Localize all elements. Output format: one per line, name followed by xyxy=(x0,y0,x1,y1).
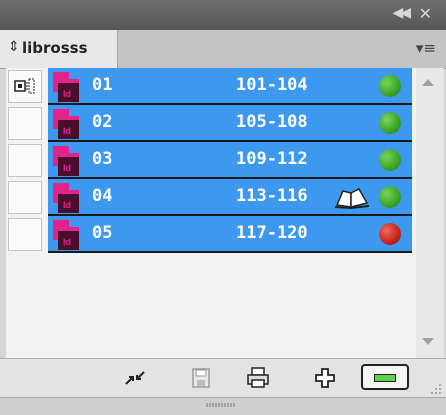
save-book-icon[interactable] xyxy=(188,366,214,390)
svg-text:Id: Id xyxy=(63,200,71,210)
scroll-down-arrow-icon[interactable] xyxy=(422,338,434,345)
vertical-scrollbar[interactable] xyxy=(416,68,444,358)
panel-toolbar xyxy=(0,358,446,397)
list-item[interactable]: Id 04 113-116 xyxy=(6,179,416,216)
page-range: 105-108 xyxy=(236,112,308,132)
indesign-document-icon: Id xyxy=(53,220,79,250)
style-source-box[interactable] xyxy=(8,181,42,214)
document-name: 05 xyxy=(92,223,113,243)
document-name: 04 xyxy=(92,186,113,206)
document-name: 03 xyxy=(92,149,113,169)
close-icon[interactable]: ✕ xyxy=(419,4,432,23)
list-item[interactable]: Id 03 109-112 xyxy=(6,142,416,179)
svg-text:Id: Id xyxy=(63,237,71,247)
style-source-box[interactable] xyxy=(8,107,42,140)
document-name: 01 xyxy=(92,75,113,95)
drag-handle-icon[interactable] xyxy=(205,401,237,409)
tab-librosss[interactable]: ⇕ librosss xyxy=(0,30,118,68)
status-error-icon xyxy=(379,223,401,245)
list-item[interactable]: Id 02 105-108 xyxy=(6,105,416,142)
list-item[interactable]: Id 05 117-120 xyxy=(6,216,416,253)
resize-grip-icon[interactable] xyxy=(428,381,442,395)
style-source-box[interactable] xyxy=(8,144,42,177)
print-book-icon[interactable] xyxy=(245,366,271,390)
status-ok-icon xyxy=(379,186,401,208)
svg-text:Id: Id xyxy=(63,163,71,173)
scroll-up-arrow-icon[interactable] xyxy=(422,79,434,86)
panel-menu-icon[interactable]: ▾≡ xyxy=(416,39,436,57)
indesign-document-icon: Id xyxy=(53,183,79,213)
page-range: 109-112 xyxy=(236,149,308,169)
status-ok-icon xyxy=(379,75,401,97)
bottom-resize-bar[interactable] xyxy=(0,397,446,415)
style-source-glyph xyxy=(14,78,35,94)
minus-icon xyxy=(374,374,396,382)
indesign-document-icon: Id xyxy=(53,109,79,139)
style-source-box[interactable] xyxy=(8,218,42,251)
list-item[interactable]: Id 01 101-104 xyxy=(6,68,416,105)
panel-title-bar[interactable]: ◀◀ ✕ xyxy=(0,0,446,30)
open-book-icon xyxy=(335,188,369,209)
style-source-icon[interactable] xyxy=(8,70,42,103)
svg-text:Id: Id xyxy=(63,126,71,136)
collapse-panel-icon[interactable]: ◀◀ xyxy=(392,5,410,21)
add-document-icon[interactable] xyxy=(312,366,338,390)
svg-text:Id: Id xyxy=(63,89,71,99)
document-list: Id 01 101-104 Id 02 105-108 Id 03 109-11… xyxy=(6,68,416,358)
tab-row: ⇕ librosss ▾≡ xyxy=(0,30,446,69)
status-ok-icon xyxy=(379,112,401,134)
page-range: 117-120 xyxy=(236,223,308,243)
book-panel: ◀◀ ✕ ⇕ librosss ▾≡ Id 01 101-104 Id 02 1… xyxy=(0,0,446,415)
page-range: 101-104 xyxy=(236,75,308,95)
remove-document-button[interactable] xyxy=(361,364,409,390)
status-ok-icon xyxy=(379,149,401,171)
synchronize-styles-icon[interactable] xyxy=(122,366,148,390)
tab-sort-icon: ⇕ xyxy=(8,39,20,55)
indesign-document-icon: Id xyxy=(53,146,79,176)
document-name: 02 xyxy=(92,112,113,132)
page-range: 113-116 xyxy=(236,186,308,206)
indesign-document-icon: Id xyxy=(53,72,79,102)
tab-label: librosss xyxy=(22,39,88,57)
